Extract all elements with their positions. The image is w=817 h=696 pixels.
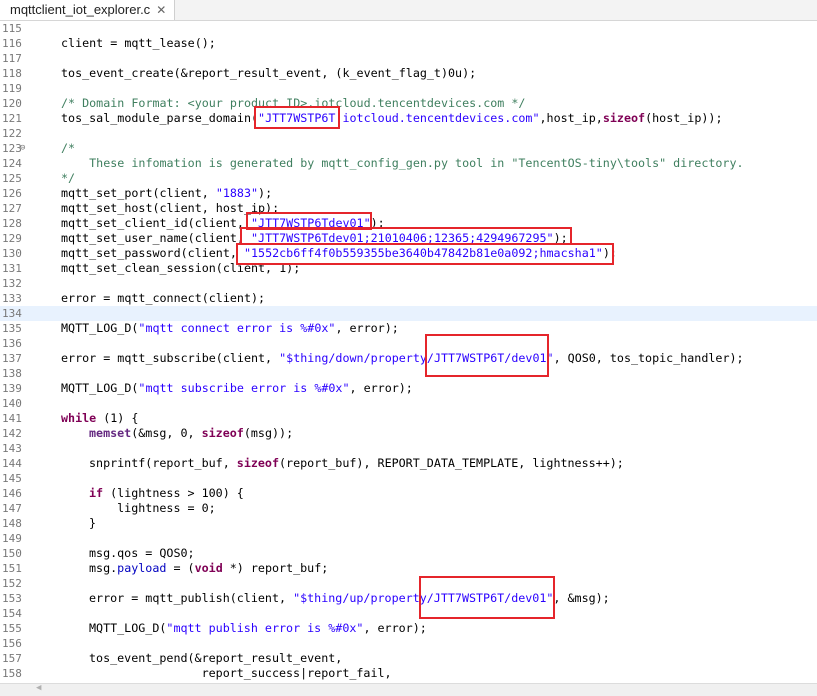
line-number: 132 [2,277,22,290]
code-line: client = mqtt_lease(); [61,36,216,50]
code-comment: These infomation is generated by mqtt_co… [61,156,744,170]
line-number: 120 [2,97,22,110]
code-line: memset(&msg, 0, sizeof(msg)); [89,426,294,440]
line-number: 150 [2,547,22,560]
code-line: while (1) { [61,411,139,425]
line-number: 142 [2,427,22,440]
code-line: error = mqtt_publish(client, "$thing/up/… [89,591,610,605]
line-number: 135 [2,322,22,335]
code-line: mqtt_set_port(client, "1883"); [61,186,273,200]
code-line: mqtt_set_clean_session(client, 1); [61,261,301,275]
line-number: 154 [2,607,22,620]
code-line: msg.qos = QOS0; [89,546,195,560]
code-line: report_success|report_fail, [89,666,392,680]
code-line: tos_sal_module_parse_domain("JTT7WSTP6T.… [61,111,723,125]
line-number: 146 [2,487,22,500]
code-line: mqtt_set_password(client, "1552cb6ff4f0b… [61,246,617,260]
code-line: mqtt_set_host(client, host_ip); [61,201,280,215]
line-number: 124 [2,157,22,170]
line-number: 119 [2,82,22,95]
fold-toggle-icon[interactable]: ⊖ [20,143,25,153]
code-line: snprintf(report_buf, sizeof(report_buf),… [89,456,624,470]
line-number: 118 [2,67,22,80]
code-line: mqtt_set_user_name(client, "JTT7WSTP6Tde… [61,231,568,245]
file-tab[interactable]: mqttclient_iot_explorer.c ✕ [0,0,176,20]
line-number: 122 [2,127,22,140]
line-number: 144 [2,457,22,470]
line-number: 128 [2,217,22,230]
code-line: msg.payload = (void *) report_buf; [89,561,329,575]
code-line: MQTT_LOG_D("mqtt connect error is %#0x",… [61,321,399,335]
code-line: error = mqtt_subscribe(client, "$thing/d… [61,351,744,365]
code-line: if (lightness > 100) { [89,486,244,500]
line-number: 123 [2,142,22,155]
code-line: MQTT_LOG_D("mqtt subscribe error is %#0x… [61,381,413,395]
close-tab-icon[interactable]: ✕ [156,0,166,20]
code-line: MQTT_LOG_D("mqtt publish error is %#0x",… [89,621,427,635]
code-comment: /* [61,141,76,155]
line-number: 148 [2,517,22,530]
line-number: 121 [2,112,22,125]
line-number: 115 [2,22,22,35]
line-number: 157 [2,652,22,665]
code-line: tos_event_create(&report_result_event, (… [61,66,477,80]
line-number: 140 [2,397,22,410]
line-number: 130 [2,247,22,260]
line-number: 152 [2,577,22,590]
line-number: 151 [2,562,22,575]
code-comment: */ [61,171,76,185]
code-line: error = mqtt_connect(client); [61,291,266,305]
line-number: 147 [2,502,22,515]
line-number: 129 [2,232,22,245]
line-number: 139 [2,382,22,395]
line-number: 156 [2,637,22,650]
line-number: 134 [2,307,22,320]
line-number: 117 [2,52,22,65]
line-number: 158 [2,667,22,680]
code-line: lightness = 0; [89,501,216,515]
line-number: 127 [2,202,22,215]
current-line-highlight: 134 [0,306,817,321]
line-number: 155 [2,622,22,635]
line-number: 145 [2,472,22,485]
horizontal-scrollbar[interactable]: ◀ [0,683,817,696]
line-number: 138 [2,367,22,380]
scroll-left-icon[interactable]: ◀ [36,683,41,693]
code-line: mqtt_set_client_id(client, "JTT7WSTP6Tde… [61,216,385,230]
editor-tab-bar: mqttclient_iot_explorer.c ✕ [0,0,817,21]
code-line: } [89,516,97,530]
line-number: 136 [2,337,22,350]
line-number: 141 [2,412,22,425]
line-number: 131 [2,262,22,275]
code-line: tos_event_pend(&report_result_event, [89,651,343,665]
code-comment: /* Domain Format: <your product ID>.iotc… [61,96,526,110]
line-number: 153 [2,592,22,605]
line-number: 133 [2,292,22,305]
line-number: 149 [2,532,22,545]
line-number: 143 [2,442,22,455]
line-number: 137 [2,352,22,365]
line-number: 116 [2,37,22,50]
code-editor[interactable]: 115 116 client = mqtt_lease(); 117 118 t… [0,21,817,683]
line-number: 126 [2,187,22,200]
line-number: 125 [2,172,22,185]
file-tab-title: mqttclient_iot_explorer.c [10,2,151,17]
